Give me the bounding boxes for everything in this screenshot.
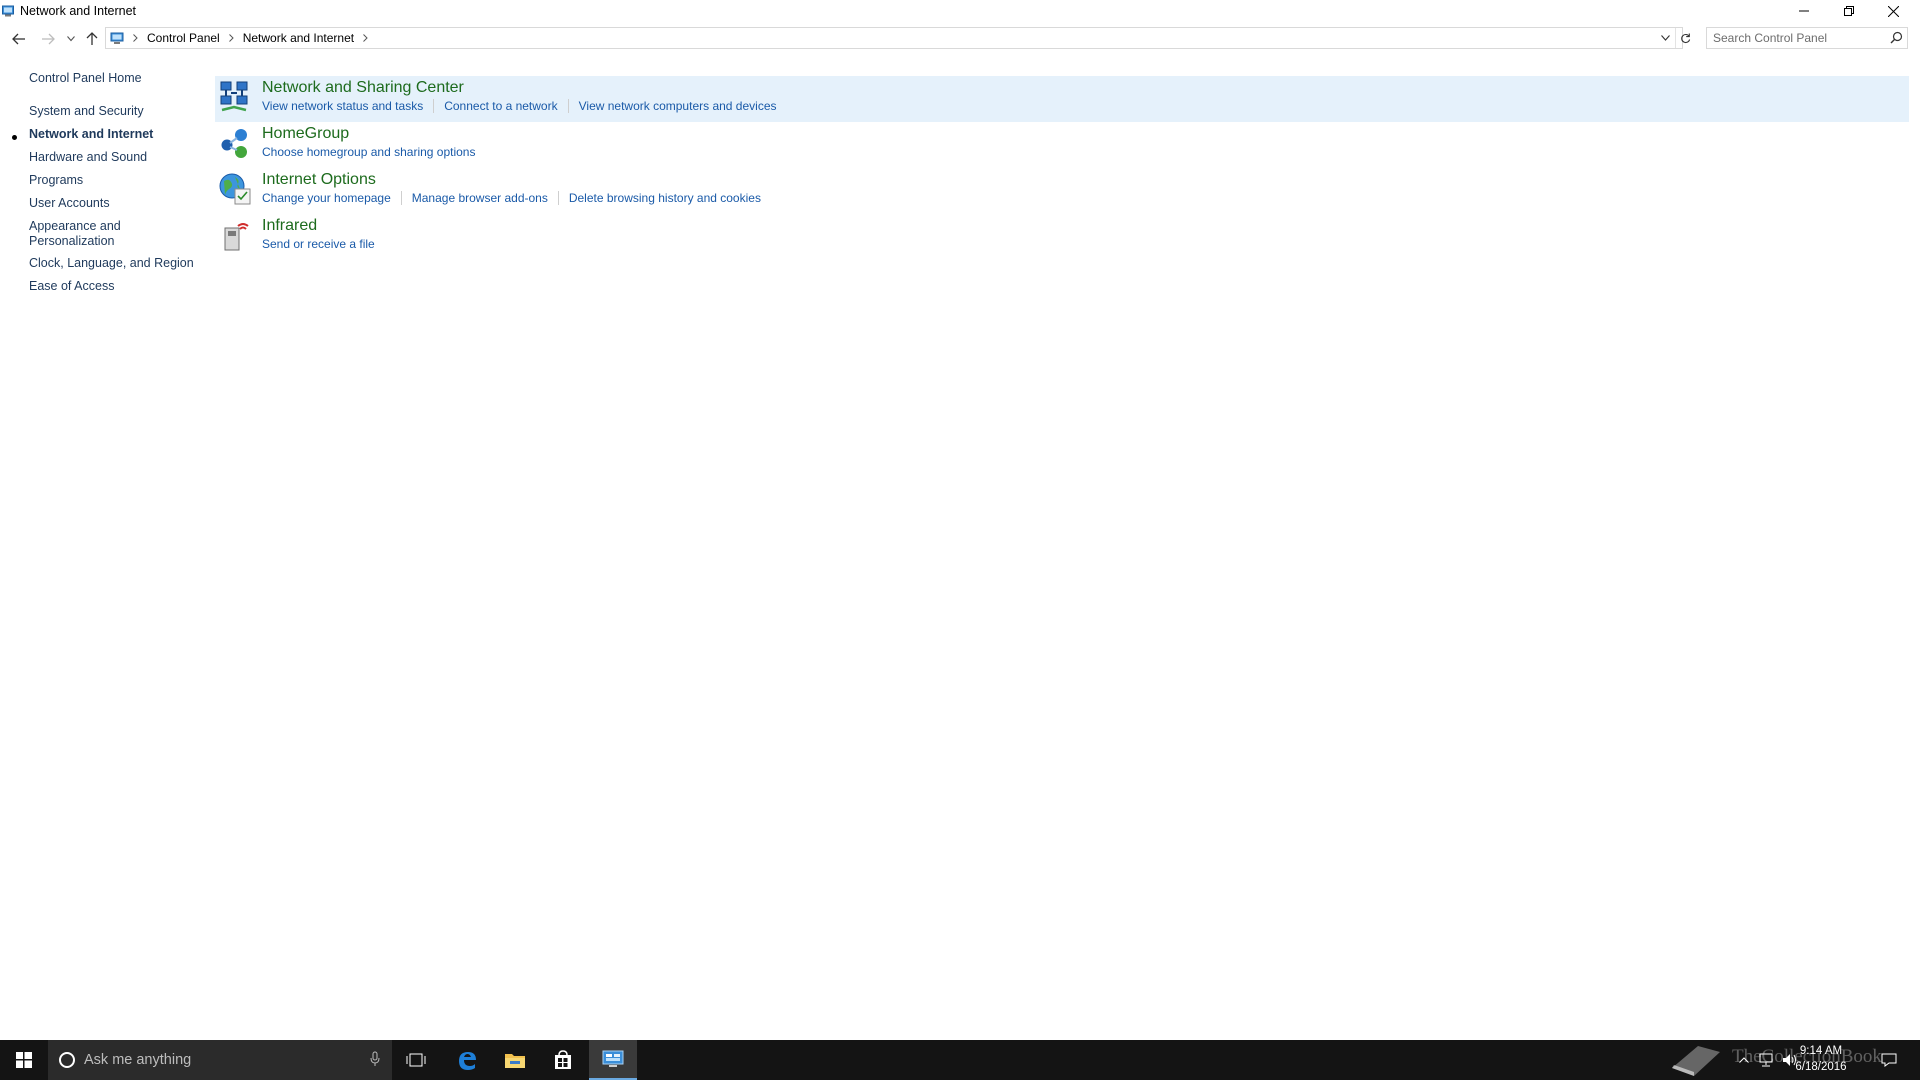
category-links: Send or receive a file [262, 237, 375, 251]
link-view-network-computers[interactable]: View network computers and devices [579, 99, 777, 113]
watermark-text: TheCollectionBook [1732, 1046, 1882, 1067]
store-taskbar-button[interactable] [539, 1040, 587, 1080]
minimize-button[interactable] [1781, 0, 1826, 22]
link-delete-browsing-history[interactable]: Delete browsing history and cookies [569, 191, 761, 205]
minimize-icon [1798, 10, 1809, 12]
network-sharing-icon[interactable] [218, 80, 252, 114]
close-button[interactable] [1871, 0, 1916, 22]
store-bag-icon [555, 1050, 571, 1069]
address-dropdown-button[interactable] [1656, 28, 1674, 48]
control-panel-home-link[interactable]: Control Panel Home [29, 71, 142, 85]
cortana-search-box[interactable]: Ask me anything [48, 1040, 392, 1080]
category-title[interactable]: Infrared [262, 217, 317, 235]
category-title[interactable]: Network and Sharing Center [262, 79, 464, 97]
chevron-down-icon [1660, 35, 1670, 41]
category-links: Choose homegroup and sharing options [262, 145, 475, 159]
cortana-icon [59, 1052, 75, 1068]
breadcrumb-control-panel[interactable]: Control Panel [147, 31, 220, 45]
infrared-icon[interactable] [218, 218, 252, 252]
close-icon [1888, 5, 1899, 17]
refresh-button[interactable] [1675, 28, 1694, 48]
folder-icon [505, 1054, 525, 1068]
sidebar-item-ease-of-access[interactable]: Ease of Access [29, 279, 199, 294]
recent-locations-button[interactable] [64, 30, 78, 48]
chevron-right-icon[interactable] [133, 34, 138, 42]
category-links: View network status and tasks Connect to… [262, 99, 777, 113]
category-links: Change your homepage Manage browser add-… [262, 191, 761, 205]
refresh-icon [1680, 33, 1690, 43]
back-arrow-icon [12, 33, 25, 45]
category-network-and-sharing-center: Network and Sharing Center View network … [215, 76, 1909, 122]
link-divider [557, 191, 559, 205]
up-button[interactable] [83, 30, 101, 48]
window-title: Network and Internet [20, 4, 137, 18]
taskbar: Ask me anything 9:14 AM 6/18/2016 [0, 1040, 1920, 1080]
sidebar-item-appearance-and-personalization[interactable]: Appearance and Personalization [29, 219, 124, 249]
microphone-icon[interactable] [370, 1051, 380, 1067]
book-logo-icon [1672, 1046, 1720, 1076]
link-view-network-status[interactable]: View network status and tasks [262, 99, 423, 113]
forward-button[interactable] [39, 30, 57, 48]
control-panel-taskbar-button[interactable] [589, 1040, 637, 1080]
link-divider [567, 99, 569, 113]
breadcrumb: Control Panel Network and Internet [110, 28, 377, 48]
link-divider [400, 191, 402, 205]
watermark: TheCollectionBook [1668, 1042, 1900, 1078]
link-connect-to-network[interactable]: Connect to a network [444, 99, 557, 113]
navigation-row: Control Panel Network and Internet [0, 26, 1920, 52]
back-button[interactable] [10, 30, 28, 48]
search-input[interactable] [1713, 30, 1883, 46]
search-icon[interactable] [1890, 31, 1903, 44]
sidebar-item-network-and-internet[interactable]: Network and Internet [29, 127, 199, 142]
category-infrared: Infrared Send or receive a file [215, 214, 1909, 260]
category-internet-options: Internet Options Change your homepage Ma… [215, 168, 1909, 214]
chevron-down-icon [67, 36, 75, 42]
restore-icon [1843, 6, 1854, 16]
control-panel-icon [2, 5, 14, 17]
title-bar: Network and Internet [0, 0, 1920, 24]
sidebar-item-user-accounts[interactable]: User Accounts [29, 196, 199, 211]
windows-logo-icon [16, 1052, 32, 1068]
link-divider [433, 99, 435, 113]
link-manage-browser-addons[interactable]: Manage browser add-ons [412, 191, 548, 205]
taskbar-search-placeholder: Ask me anything [84, 1052, 192, 1068]
breadcrumb-network-and-internet[interactable]: Network and Internet [243, 31, 354, 45]
chevron-right-icon[interactable] [363, 34, 368, 42]
link-choose-homegroup-options[interactable]: Choose homegroup and sharing options [262, 145, 475, 159]
edge-taskbar-button[interactable] [443, 1040, 491, 1080]
search-box[interactable] [1706, 27, 1908, 49]
control-panel-icon [110, 32, 124, 44]
category-title[interactable]: Internet Options [262, 171, 376, 189]
sidebar-item-system-and-security[interactable]: System and Security [29, 104, 199, 119]
sidebar-item-programs[interactable]: Programs [29, 173, 199, 188]
sidebar-item-clock-language-region[interactable]: Clock, Language, and Region [29, 256, 199, 271]
task-view-button[interactable] [392, 1040, 440, 1080]
restore-button[interactable] [1826, 0, 1871, 22]
task-view-icon [406, 1053, 426, 1067]
file-explorer-taskbar-button[interactable] [491, 1040, 539, 1080]
link-change-homepage[interactable]: Change your homepage [262, 191, 391, 205]
category-homegroup: HomeGroup Choose homegroup and sharing o… [215, 122, 1909, 168]
sidebar-item-hardware-and-sound[interactable]: Hardware and Sound [29, 150, 199, 165]
link-send-receive-file[interactable]: Send or receive a file [262, 237, 375, 251]
chevron-right-icon[interactable] [228, 34, 234, 42]
homegroup-icon[interactable] [218, 126, 252, 160]
control-panel-icon [602, 1050, 624, 1067]
internet-options-icon[interactable] [218, 172, 252, 206]
edge-icon [459, 1052, 476, 1070]
start-button[interactable] [0, 1040, 48, 1080]
category-title[interactable]: HomeGroup [262, 125, 349, 143]
up-arrow-icon [86, 32, 98, 45]
active-bullet-icon [12, 135, 17, 140]
address-bar[interactable]: Control Panel Network and Internet [105, 27, 1690, 49]
forward-arrow-icon [42, 33, 55, 45]
